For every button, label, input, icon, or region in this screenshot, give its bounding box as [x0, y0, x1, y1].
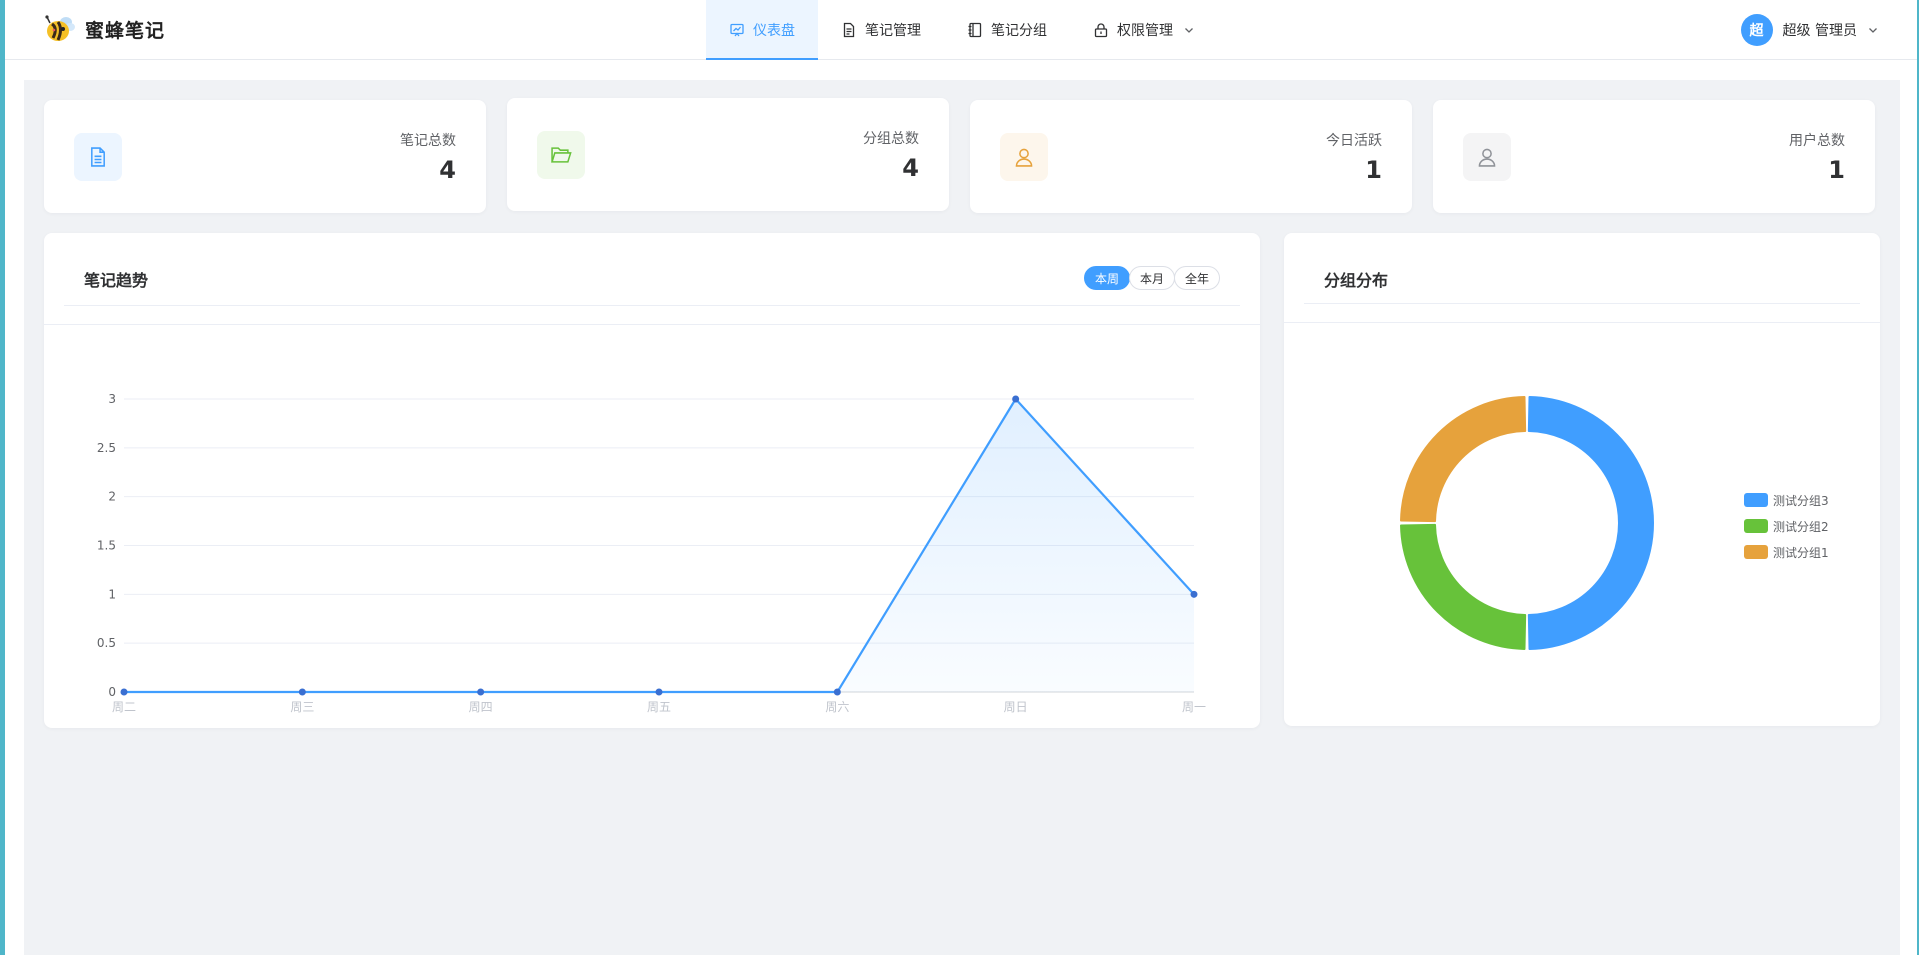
trend-line-chart: 0 0.5 1 1.5 2 2.5 3 周二 周三 周四 周五 周六 周日 周一 [97, 392, 1206, 714]
main-nav: 仪表盘 笔记管理 笔记分组 权限管理 [706, 0, 1226, 60]
chevron-down-icon [1185, 28, 1193, 33]
y-tick-label: 2.5 [97, 441, 116, 455]
user-menu[interactable]: 超 超级 管理员 [1740, 14, 1879, 46]
legend-label: 测试分组3 [1773, 493, 1829, 508]
nav-permissions[interactable]: 权限管理 [1070, 0, 1226, 60]
app-name: 蜜蜂笔记 [85, 19, 166, 42]
user-icon [1478, 148, 1496, 167]
legend-swatch [1744, 545, 1768, 559]
chart-icon [730, 23, 744, 37]
y-tick-label: 1 [108, 587, 116, 601]
stat-card-groups: 分组总数 4 [507, 98, 949, 211]
document-icon [91, 147, 105, 167]
stat-value: 4 [439, 156, 456, 184]
y-tick-label: 3 [108, 392, 116, 406]
user-icon [1015, 148, 1033, 167]
nav-label: 权限管理 [1117, 23, 1173, 39]
dashboard-content: 笔记总数 4 分组总数 4 今日活跃 1 用户总数 1 笔记趋势 本周 本月 全… [24, 80, 1900, 955]
distribution-panel: 分组分布 测试分组3 测试分组2 测试分组1 [1284, 233, 1880, 726]
legend-swatch [1744, 493, 1768, 507]
nav-dashboard[interactable]: 仪表盘 [706, 0, 818, 60]
nav-label: 仪表盘 [753, 23, 795, 39]
app-window: 蜜蜂笔记 仪表盘 笔记管理 笔记分组 权限管理 超 超级 管理员 笔记总数 4 … [5, 0, 1917, 955]
nav-groups[interactable]: 笔记分组 [944, 0, 1070, 60]
x-tick-label: 周二 [112, 700, 136, 714]
x-tick-label: 周日 [1004, 700, 1028, 714]
nav-label: 笔记管理 [865, 23, 921, 39]
y-tick-label: 2 [108, 490, 116, 504]
stat-icon-box [74, 133, 122, 181]
stat-label: 今日活跃 [1326, 133, 1382, 149]
x-tick-label: 周六 [825, 700, 849, 714]
data-point [477, 688, 485, 696]
donut-slice [1400, 396, 1527, 523]
donut-slice [1400, 523, 1527, 650]
stat-icon-box [1463, 133, 1511, 181]
data-point [1190, 590, 1198, 598]
x-tick-label: 周一 [1182, 700, 1206, 714]
stat-card-active-today: 今日活跃 1 [970, 100, 1412, 213]
stat-card-users: 用户总数 1 [1433, 100, 1875, 213]
nav-notes[interactable]: 笔记管理 [818, 0, 944, 60]
user-name: 超级 管理员 [1782, 23, 1857, 39]
stat-label: 用户总数 [1789, 133, 1845, 149]
legend-item[interactable]: 测试分组1 [1744, 539, 1829, 565]
app-logo[interactable]: 蜜蜂笔记 [43, 12, 165, 46]
folder-open-icon [551, 147, 572, 163]
y-tick-label: 0.5 [97, 636, 116, 650]
legend-item[interactable]: 测试分组3 [1744, 487, 1829, 513]
y-tick-label: 0 [108, 685, 116, 699]
stat-value: 1 [1828, 156, 1845, 184]
x-tick-label: 周三 [290, 700, 314, 714]
nav-label: 笔记分组 [991, 23, 1047, 39]
data-point [1012, 395, 1020, 403]
chevron-down-icon [1869, 28, 1877, 33]
top-header: 蜜蜂笔记 仪表盘 笔记管理 笔记分组 权限管理 超 超级 管理员 [5, 0, 1917, 60]
stat-label: 分组总数 [863, 131, 919, 147]
stat-icon-box [537, 131, 585, 179]
lock-icon [1094, 23, 1108, 38]
legend-swatch [1744, 519, 1768, 533]
data-point [120, 688, 128, 696]
document-icon [843, 22, 855, 38]
notebook-icon [968, 22, 982, 38]
x-tick-label: 周五 [647, 700, 671, 714]
legend-item[interactable]: 测试分组2 [1744, 513, 1829, 539]
stat-value: 4 [902, 154, 919, 182]
legend-label: 测试分组2 [1773, 519, 1829, 534]
data-point [298, 688, 306, 696]
donut-slice [1527, 396, 1655, 650]
chart-legend: 测试分组3 测试分组2 测试分组1 [1744, 487, 1829, 565]
distribution-donut-chart [1400, 396, 1655, 650]
stat-card-notes: 笔记总数 4 [44, 100, 486, 213]
stat-icon-box [1000, 133, 1048, 181]
x-tick-label: 周四 [469, 700, 493, 714]
stat-label: 笔记总数 [400, 133, 456, 149]
legend-label: 测试分组1 [1773, 545, 1829, 560]
avatar: 超 [1740, 14, 1773, 46]
data-point [655, 688, 663, 696]
trend-panel: 笔记趋势 本周 本月 全年 0 0.5 1 1.5 2 2.5 3 周二 周三 周四 周五 周六 周日周… [44, 233, 1260, 728]
data-point [833, 688, 841, 696]
stat-value: 1 [1365, 156, 1382, 184]
y-tick-label: 1.5 [97, 539, 116, 553]
bee-logo-icon [43, 12, 77, 46]
